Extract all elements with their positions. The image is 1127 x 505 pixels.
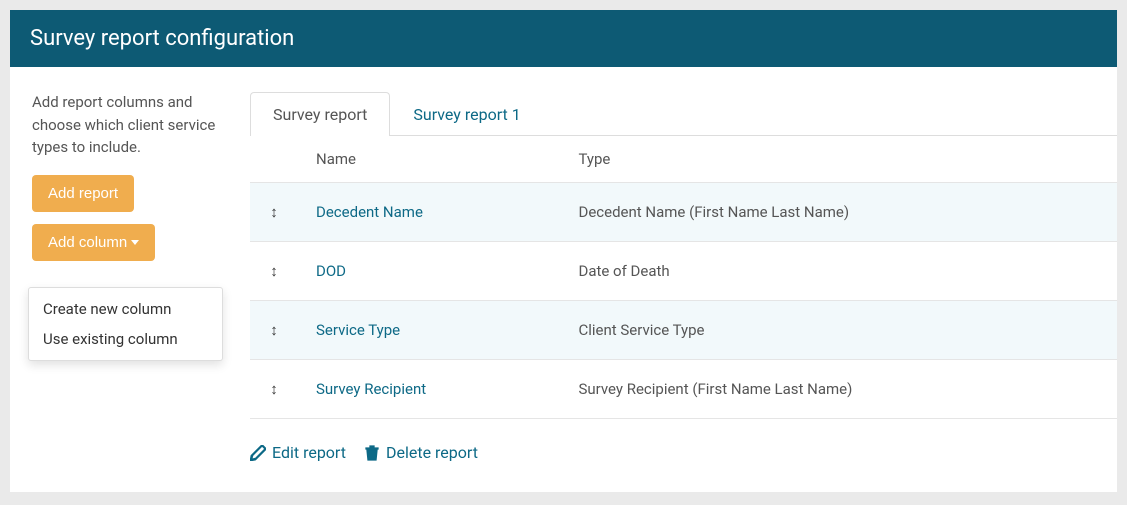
column-name-link[interactable]: Decedent Name <box>316 203 423 221</box>
tabs: Survey report Survey report 1 <box>250 91 1117 136</box>
drag-handle-icon[interactable]: ↕ <box>270 262 278 280</box>
dropdown-use-existing-column[interactable]: Use existing column <box>29 324 222 354</box>
table-row: ↕ Service Type Client Service Type <box>250 301 1117 360</box>
col-name: Name <box>298 136 560 183</box>
column-name-link[interactable]: Service Type <box>316 321 400 339</box>
pencil-icon <box>250 445 266 461</box>
column-name-link[interactable]: Survey Recipient <box>316 380 426 398</box>
column-name-link[interactable]: DOD <box>316 262 346 280</box>
col-type: Type <box>560 136 1117 183</box>
drag-handle-icon[interactable]: ↕ <box>270 321 278 339</box>
dropdown-create-new-column[interactable]: Create new column <box>29 294 222 324</box>
edit-report-link[interactable]: Edit report <box>250 443 346 462</box>
page-title: Survey report configuration <box>10 10 1117 67</box>
trash-icon <box>364 445 380 461</box>
main-panel: Survey report Survey report 1 Name Type … <box>250 67 1117 492</box>
table-row: ↕ Decedent Name Decedent Name (First Nam… <box>250 183 1117 242</box>
add-report-button[interactable]: Add report <box>32 175 134 212</box>
drag-handle-icon[interactable]: ↕ <box>270 380 278 398</box>
drag-handle-icon[interactable]: ↕ <box>270 203 278 221</box>
col-drag <box>250 136 298 183</box>
edit-report-label: Edit report <box>272 443 346 462</box>
columns-table: Name Type ↕ Decedent Name Decedent Name … <box>250 136 1117 419</box>
add-column-button[interactable]: Add column <box>32 224 155 261</box>
sidebar: Add report columns and choose which clie… <box>10 67 250 492</box>
add-column-dropdown: Create new column Use existing column <box>28 287 223 361</box>
table-row: ↕ DOD Date of Death <box>250 242 1117 301</box>
delete-report-link[interactable]: Delete report <box>364 443 478 462</box>
delete-report-label: Delete report <box>386 443 478 462</box>
column-type-text: Decedent Name (First Name Last Name) <box>578 203 849 221</box>
column-type-text: Client Service Type <box>578 321 704 339</box>
tab-survey-report-1[interactable]: Survey report 1 <box>390 92 543 136</box>
column-type-text: Survey Recipient (First Name Last Name) <box>578 380 852 398</box>
column-type-text: Date of Death <box>578 262 669 280</box>
table-row: ↕ Survey Recipient Survey Recipient (Fir… <box>250 360 1117 419</box>
tab-survey-report[interactable]: Survey report <box>250 92 390 136</box>
helper-text: Add report columns and choose which clie… <box>32 91 228 159</box>
